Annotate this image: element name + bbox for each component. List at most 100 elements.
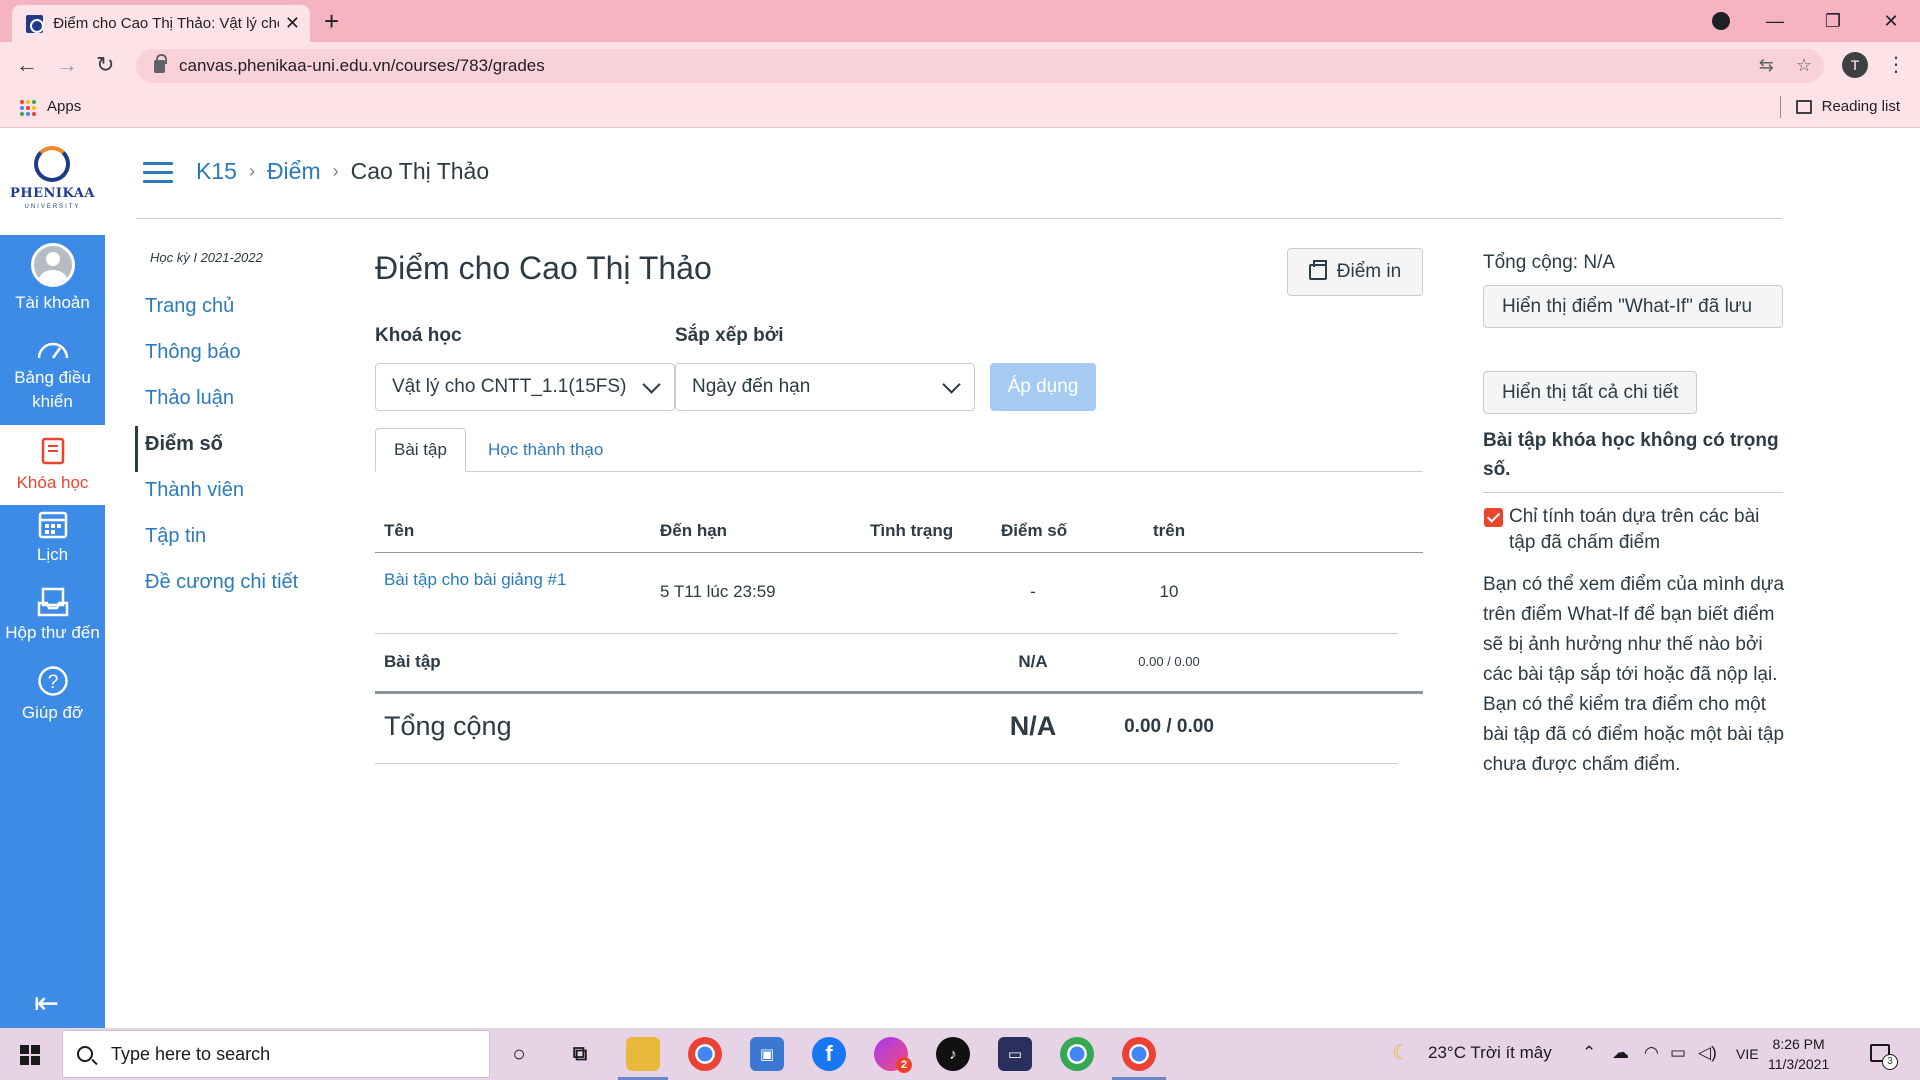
browser-tab[interactable]: Điểm cho Cao Thị Thảo: Vật lý cho ✕ — [12, 5, 310, 42]
back-arrow-icon[interactable]: ← — [16, 52, 38, 78]
tiktok-icon[interactable]: ♪ — [936, 1037, 970, 1071]
sidebar-divider — [1483, 492, 1783, 493]
graded-only-label[interactable]: Chỉ tính toán dựa trên các bài tập đã ch… — [1509, 504, 1791, 556]
help-question-icon: ? — [37, 666, 68, 696]
calendar-icon — [38, 511, 67, 539]
row-divider — [375, 763, 1398, 764]
facebook-icon[interactable]: f — [812, 1037, 846, 1071]
tab-assignments[interactable]: Bài tập — [375, 428, 466, 472]
menu-kebab-icon[interactable]: ⋮ — [1886, 52, 1906, 77]
gnav-dashboard[interactable]: Bảng điều khiển — [0, 336, 105, 414]
tab-title: Điểm cho Cao Thị Thảo: Vật lý cho — [53, 15, 279, 32]
reading-list-button[interactable]: Reading list — [1795, 98, 1900, 115]
chrome-profile-icon[interactable] — [1060, 1037, 1094, 1071]
bookmarks-bar: Apps Reading list — [0, 88, 1920, 128]
show-all-details-button[interactable]: Hiển thị tất cả chi tiết — [1483, 371, 1698, 414]
minimize-icon[interactable]: — — [1746, 11, 1804, 32]
course-nav-grades[interactable]: Điểm số — [135, 426, 298, 472]
graded-only-checkbox[interactable] — [1484, 508, 1503, 527]
print-grades-button[interactable]: Điểm in — [1287, 248, 1423, 296]
global-nav: PHENIKAA UNIVERSITY Tài khoản Bảng điều … — [0, 128, 105, 1028]
taskbar-clock[interactable]: 8:26 PM 11/3/2021 — [1768, 1034, 1829, 1074]
tab-search-icon[interactable] — [1712, 12, 1730, 30]
gnav-account[interactable]: Tài khoản — [0, 243, 105, 315]
notification-count: 3 — [1882, 1054, 1898, 1070]
forward-arrow-icon[interactable]: → — [56, 52, 78, 78]
apps-grid-icon[interactable] — [20, 100, 36, 116]
breadcrumb-section[interactable]: Điểm — [267, 158, 321, 185]
svg-text:?: ? — [47, 672, 58, 693]
col-name: Tên — [384, 521, 415, 540]
window-controls: — ❐ ✕ — [1746, 0, 1920, 42]
chrome-active-icon[interactable] — [1122, 1037, 1156, 1071]
cortana-icon[interactable]: ○ — [502, 1037, 536, 1071]
volume-icon[interactable]: ◁) — [1698, 1043, 1717, 1063]
weather-text[interactable]: 23°C Trời ít mây — [1428, 1043, 1552, 1063]
gnav-courses[interactable]: Khóa học — [0, 425, 105, 505]
bookmark-divider — [1780, 96, 1781, 118]
battery-icon[interactable]: ▭ — [1670, 1043, 1686, 1063]
course-select-value: Vật lý cho CNTT_1.1(15FS) — [392, 376, 627, 397]
bookmark-star-icon[interactable]: ☆ — [1796, 55, 1812, 76]
translate-icon[interactable]: ⇆ — [1759, 55, 1774, 76]
course-nav-announcements[interactable]: Thông báo — [135, 334, 298, 380]
gnav-inbox[interactable]: Hộp thư đến — [0, 587, 105, 645]
new-tab-icon[interactable]: + — [324, 6, 339, 37]
clock-date: 11/3/2021 — [1768, 1056, 1830, 1072]
close-window-icon[interactable]: ✕ — [1862, 11, 1920, 32]
address-bar[interactable]: canvas.phenikaa-uni.edu.vn/courses/783/g… — [136, 49, 1824, 83]
apps-bookmark[interactable]: Apps — [47, 98, 81, 115]
print-label: Điểm in — [1336, 261, 1402, 282]
tray-chevron-up-icon[interactable]: ⌃ — [1582, 1043, 1596, 1063]
language-indicator[interactable]: VIE — [1736, 1046, 1759, 1062]
apply-button[interactable]: Áp dụng — [990, 363, 1096, 411]
sort-select-value: Ngày đến hạn — [692, 376, 811, 397]
logo-sub: UNIVERSITY — [24, 204, 81, 210]
gnav-help[interactable]: ? Giúp đỡ — [0, 665, 105, 725]
maximize-icon[interactable]: ❐ — [1804, 11, 1862, 32]
gnav-account-label: Tài khoản — [15, 293, 90, 312]
breadcrumb: K15 › Điểm › Cao Thị Thảo — [196, 158, 489, 185]
wifi-icon[interactable]: ◠ — [1644, 1043, 1659, 1063]
taskbar-search[interactable]: Type here to search — [62, 1030, 490, 1078]
sidebar-total: Tổng cộng: N/A — [1483, 252, 1616, 273]
logo-ring-icon — [34, 146, 70, 182]
task-view-icon[interactable]: ⧉ — [563, 1037, 597, 1071]
tab-close-icon[interactable]: ✕ — [285, 13, 300, 34]
course-nav-home[interactable]: Trang chủ — [135, 288, 298, 334]
header-divider — [136, 218, 1782, 219]
phenikaa-logo[interactable]: PHENIKAA UNIVERSITY — [0, 128, 105, 235]
group-out-of: 0.00 / 0.00 — [1138, 654, 1200, 669]
chevron-down-icon — [642, 375, 661, 394]
course-nav-people[interactable]: Thành viên — [135, 472, 298, 518]
tab-mastery[interactable]: Học thành thạo — [470, 428, 621, 472]
profile-avatar[interactable]: T — [1842, 52, 1868, 78]
assignment-link[interactable]: Bài tập cho bài giảng #1 — [384, 570, 566, 590]
canvas-favicon-icon — [26, 14, 45, 33]
breadcrumb-chevron-icon: › — [248, 161, 255, 181]
chrome-icon[interactable] — [688, 1037, 722, 1071]
breadcrumb-course[interactable]: K15 — [196, 158, 237, 185]
course-nav-syllabus[interactable]: Đề cương chi tiết — [135, 564, 298, 610]
messenger-icon[interactable]: 2 — [874, 1037, 912, 1073]
windows-start-icon[interactable] — [20, 1045, 40, 1065]
course-select[interactable]: Vật lý cho CNTT_1.1(15FS) — [375, 363, 675, 411]
zalo-icon[interactable]: ▭ — [998, 1037, 1032, 1071]
course-nav-discussions[interactable]: Thảo luận — [135, 380, 298, 426]
file-explorer-icon[interactable] — [626, 1037, 660, 1071]
group-score: N/A — [1018, 652, 1048, 671]
courses-book-icon — [41, 437, 64, 465]
course-menu-toggle-icon[interactable] — [143, 162, 173, 184]
show-whatif-button[interactable]: Hiển thị điểm "What-If" đã lưu — [1483, 285, 1783, 328]
onedrive-cloud-icon[interactable]: ☁ — [1612, 1043, 1629, 1063]
gnav-calendar[interactable]: Lịch — [0, 509, 105, 567]
zoom-app-icon[interactable]: ▣ — [750, 1037, 784, 1071]
lock-icon[interactable] — [154, 53, 167, 73]
reload-icon[interactable]: ↻ — [96, 52, 114, 78]
sort-select[interactable]: Ngày đến hạn — [675, 363, 975, 411]
course-nav-files[interactable]: Tập tin — [135, 518, 298, 564]
inbox-icon — [37, 587, 68, 617]
assignment-score[interactable]: - — [1000, 582, 1066, 602]
notification-center-icon[interactable]: 3 — [1870, 1044, 1898, 1070]
collapse-nav-icon[interactable]: ⇤ — [34, 986, 59, 1021]
